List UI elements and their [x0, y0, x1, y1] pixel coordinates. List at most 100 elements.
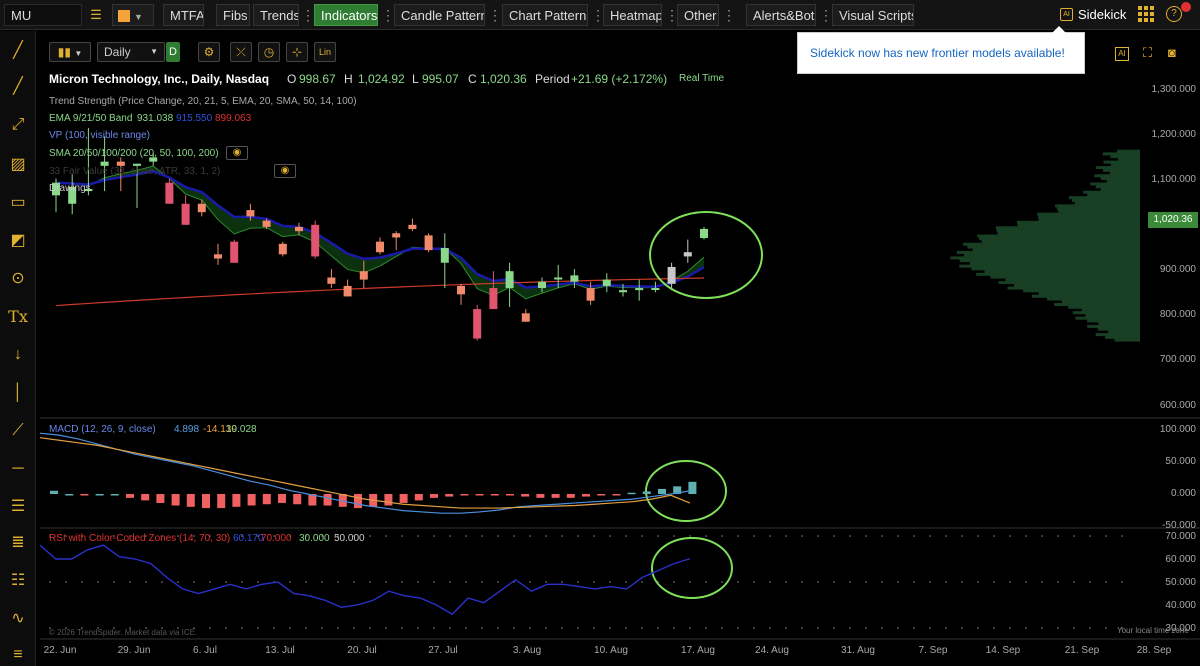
settings-gear-icon[interactable]: ⚙	[198, 42, 220, 62]
trendline-icon[interactable]: ╱	[6, 39, 30, 63]
macd-histogram-bar	[597, 494, 606, 496]
ai-icon[interactable]: AI	[1115, 47, 1129, 61]
indicators-button[interactable]: Indicators	[314, 4, 378, 26]
rsi-level-dot	[609, 535, 611, 537]
sidekick-button[interactable]: Sidekick	[1078, 7, 1126, 22]
rsi-level-dot	[1009, 535, 1011, 537]
candle-body	[635, 288, 644, 291]
chart-patterns-button[interactable]: Chart Patterns	[502, 4, 588, 26]
crosshair-tool-icon[interactable]: ⤫	[230, 42, 252, 62]
chevron-down-icon: ▼	[150, 47, 158, 56]
rsi-level-dot	[897, 535, 899, 537]
chart-canvas[interactable]	[40, 36, 1200, 666]
cursor-tool-icon[interactable]: ⊹	[286, 42, 308, 62]
ray-tool-icon[interactable]: ⤢	[6, 113, 30, 137]
rsi-level-dot	[1105, 535, 1107, 537]
date-tick: 7. Sep	[918, 645, 948, 656]
interval-select[interactable]: Daily ▼	[97, 42, 165, 62]
volume-profile-bar	[1110, 155, 1140, 159]
trends-menu-icon[interactable]	[301, 7, 315, 23]
more-tools-icon[interactable]: ≡	[6, 643, 30, 666]
circle-tool-icon[interactable]: ⊙	[6, 267, 30, 291]
rsi-level-dot	[545, 535, 547, 537]
apps-grid-icon[interactable]	[1138, 6, 1154, 22]
indicators-menu-icon[interactable]	[381, 7, 395, 23]
watchlist-icon[interactable]: ☰	[86, 4, 106, 26]
macd-histogram-bar	[414, 494, 423, 501]
wave-tool-icon[interactable]: ∿	[6, 607, 30, 631]
candle-body	[586, 288, 595, 301]
sidekick-notification[interactable]: Sidekick now has new frontier models ava…	[797, 26, 1085, 74]
other-button[interactable]: Other	[677, 4, 719, 26]
eye-hidden-icon[interactable]: ◉	[226, 146, 248, 160]
chart-area[interactable]: ▮▮ ▼ Daily ▼ D ⚙ ⤫ ◷ ⊹ Lin Micron Technol…	[40, 36, 1200, 666]
sma-legend[interactable]: SMA 20/50/100/200 (20, 50, 100, 200)	[49, 148, 219, 159]
price-tick: 700.000	[1159, 354, 1196, 365]
fullscreen-icon[interactable]: ⛶	[1143, 45, 1152, 61]
rsi-level-dot	[641, 627, 643, 629]
interval-badge[interactable]: D	[166, 42, 180, 62]
date-tick: 6. Jul	[193, 645, 217, 656]
mtfa-button[interactable]: MTFA	[163, 4, 204, 26]
rsi-level-dot	[833, 627, 835, 629]
rsi-level-dot	[497, 581, 499, 583]
rsi-level-dot	[1089, 581, 1091, 583]
alerts-bots-button[interactable]: Alerts&Bots	[746, 4, 816, 26]
rsi-level-dot	[513, 535, 515, 537]
macd-histogram-bar	[536, 494, 545, 498]
rsi-level-dot	[481, 535, 483, 537]
heatmap-button[interactable]: Heatmap	[603, 4, 662, 26]
horizontal-line-icon[interactable]: ─	[6, 457, 30, 481]
zone-tool-icon[interactable]: ◩	[6, 229, 30, 253]
volume-profile-bar	[1103, 160, 1140, 164]
trend-strength-legend[interactable]: Trend Strength (Price Change, 20, 21, 5,…	[49, 96, 357, 107]
fib-extension-icon[interactable]: ≣	[6, 531, 30, 555]
heatmap-menu-icon[interactable]	[665, 7, 679, 23]
clock-icon[interactable]: ◷	[258, 42, 280, 62]
trends-button[interactable]: Trends	[253, 4, 299, 26]
candle-body	[343, 285, 352, 297]
alerts-menu-icon[interactable]	[819, 7, 833, 23]
volume-profile-bar	[996, 229, 1140, 233]
text-tool-icon[interactable]: Tx	[6, 305, 30, 329]
drawings-legend[interactable]: Drawings	[49, 183, 91, 194]
macd-histogram-bar	[95, 494, 104, 496]
candle-patterns-button[interactable]: Candle Patterns	[394, 4, 485, 26]
scale-toggle-button[interactable]: Lin	[314, 42, 336, 62]
other-menu-icon[interactable]	[722, 7, 736, 23]
camera-icon[interactable]: ◙	[1168, 45, 1176, 60]
fair-value-legend[interactable]: 33 Fair Value (33, close, ATR, 33, 1, 2)	[49, 166, 220, 177]
levels-tool-icon[interactable]: ☷	[6, 569, 30, 593]
rsi-level-dot	[545, 627, 547, 629]
price-tick: 1,100.000	[1151, 174, 1197, 185]
eye-hidden-icon[interactable]: ◉	[274, 164, 296, 178]
candle-body	[538, 281, 546, 289]
rsi-level-dot	[945, 535, 947, 537]
line-tool-icon[interactable]: ╱	[6, 75, 30, 99]
vertical-line-icon[interactable]: │	[6, 381, 30, 405]
symbol-input[interactable]: MU	[4, 4, 82, 26]
ema-band-legend[interactable]: EMA 9/21/50 Band	[49, 113, 132, 124]
rsi-tick: 50.000	[1165, 577, 1196, 588]
rectangle-tool-icon[interactable]: ▭	[6, 191, 30, 215]
rsi-level-dot	[369, 627, 371, 629]
volume-profile-legend[interactable]: VP (100, visible range)	[49, 130, 150, 141]
candle-style-button[interactable]: ▮▮ ▼	[49, 42, 91, 62]
fibs-button[interactable]: Fibs	[216, 4, 250, 26]
chart-type-button[interactable]: ▼	[112, 4, 154, 26]
rsi-level-dot	[593, 535, 595, 537]
visual-scripts-button[interactable]: Visual Scripts	[832, 4, 914, 26]
anchored-tool-icon[interactable]: ⟋	[6, 419, 30, 443]
fib-tool-icon[interactable]: ☰	[6, 495, 30, 519]
channel-tool-icon[interactable]: ▨	[6, 153, 30, 177]
rsi-legend[interactable]: RSI with Color-Coded Zones (14, 70, 30)	[49, 533, 230, 544]
rsi-level-dot	[961, 627, 963, 629]
timezone-label[interactable]: Your local time zone	[1117, 626, 1189, 635]
arrow-down-tool-icon[interactable]: ↓	[6, 343, 30, 367]
help-icon[interactable]: ?	[1166, 6, 1182, 22]
volume-profile-bar	[1017, 220, 1140, 224]
chart-patterns-menu-icon[interactable]	[591, 7, 605, 23]
rsi-level-dot	[865, 535, 867, 537]
candle-patterns-menu-icon[interactable]	[488, 7, 502, 23]
macd-legend[interactable]: MACD (12, 26, 9, close)	[49, 424, 156, 435]
